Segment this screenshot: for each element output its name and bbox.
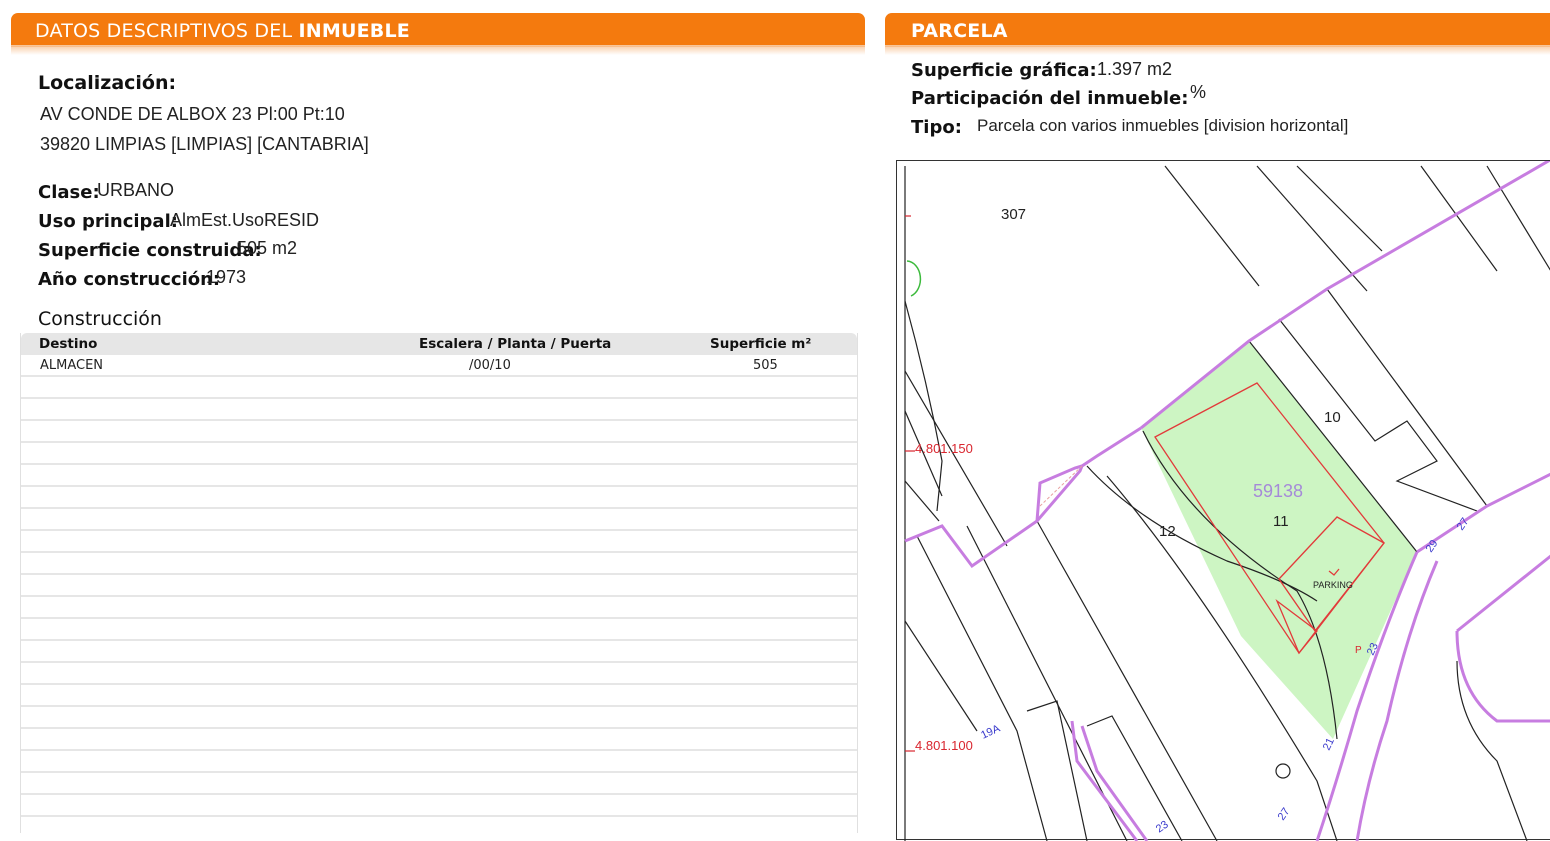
- table-header: Destino Escalera / Planta / Puerta Super…: [21, 333, 857, 355]
- participacion-value: %: [1190, 82, 1207, 102]
- map-label-21: 21: [1321, 736, 1337, 752]
- anio-construccion-value: 1973: [206, 267, 247, 287]
- col-destino: Destino: [39, 336, 98, 352]
- clase-label: Clase:: [38, 182, 100, 203]
- col-escalera: Escalera / Planta / Puerta: [419, 336, 612, 352]
- uso-principal-value: AlmEst.UsoRESID: [170, 210, 320, 230]
- map-label-12: 12: [1159, 523, 1176, 540]
- header-bold-text: INMUEBLE: [298, 20, 410, 42]
- cell-escalera: /00/10: [469, 358, 511, 373]
- superficie-construida-label: Superficie construida:: [38, 240, 262, 261]
- guide-line: [1039, 465, 1083, 507]
- superficie-construida-value: 505 m2: [237, 238, 298, 258]
- map-label-27b: 27: [1276, 806, 1293, 823]
- map-label-parking: PARKING: [1313, 580, 1353, 590]
- parcel-area[interactable]: [1141, 341, 1417, 739]
- header-normal-text: DATOS DESCRIPTIVOS DEL: [35, 20, 299, 42]
- parcel-reference: 59138: [1253, 481, 1303, 501]
- localizacion-label: Localización:: [38, 72, 177, 94]
- clase-value: URBANO: [97, 180, 175, 200]
- coordinate-label-1: 4.801.150: [915, 441, 973, 456]
- map-label-19a: 19A: [979, 722, 1002, 741]
- anio-construccion-label: Año construcción:: [38, 269, 221, 290]
- table-body: ALMACEN /00/10 505: [21, 355, 857, 833]
- map-label-307: 307: [1001, 206, 1026, 223]
- cell-destino: ALMACEN: [40, 358, 104, 373]
- address-line-1: AV CONDE DE ALBOX 23 Pl:00 Pt:10: [40, 104, 345, 124]
- col-superficie: Superficie m²: [710, 336, 812, 352]
- map-label-29: 29: [1424, 538, 1441, 555]
- superficie-grafica-value: 1.397 m2: [1097, 59, 1173, 79]
- map-label-p: P: [1355, 645, 1362, 656]
- map-label-10: 10: [1324, 409, 1341, 426]
- map-marker-arc: [906, 260, 922, 297]
- cadastral-map[interactable]: 307 10 11 12 59138 PARKING 4.801.150 4.8…: [896, 160, 1550, 841]
- superficie-grafica-label: Superficie gráfica:: [911, 60, 1097, 81]
- table-row: ALMACEN /00/10 505: [21, 355, 857, 377]
- datos-descriptivos-header: DATOS DESCRIPTIVOS DEL INMUEBLE: [11, 13, 865, 55]
- tipo-value: Parcela con varios inmuebles [division h…: [977, 116, 1349, 135]
- participacion-label: Participación del inmueble:: [911, 88, 1189, 109]
- address-line-2: 39820 LIMPIAS [LIMPIAS] [CANTABRIA]: [40, 134, 369, 154]
- map-svg: 307 10 11 12 59138 PARKING 4.801.150 4.8…: [904, 161, 1550, 841]
- parcela-header: PARCELA: [885, 13, 1550, 55]
- construccion-table: Destino Escalera / Planta / Puerta Super…: [20, 333, 858, 833]
- map-label-11: 11: [1273, 513, 1289, 530]
- cell-superficie: 505: [753, 358, 778, 373]
- uso-principal-label: Uso principal:: [38, 211, 178, 232]
- tipo-label: Tipo:: [911, 117, 962, 138]
- coordinate-label-2: 4.801.100: [915, 738, 973, 753]
- construccion-title: Construcción: [38, 308, 162, 330]
